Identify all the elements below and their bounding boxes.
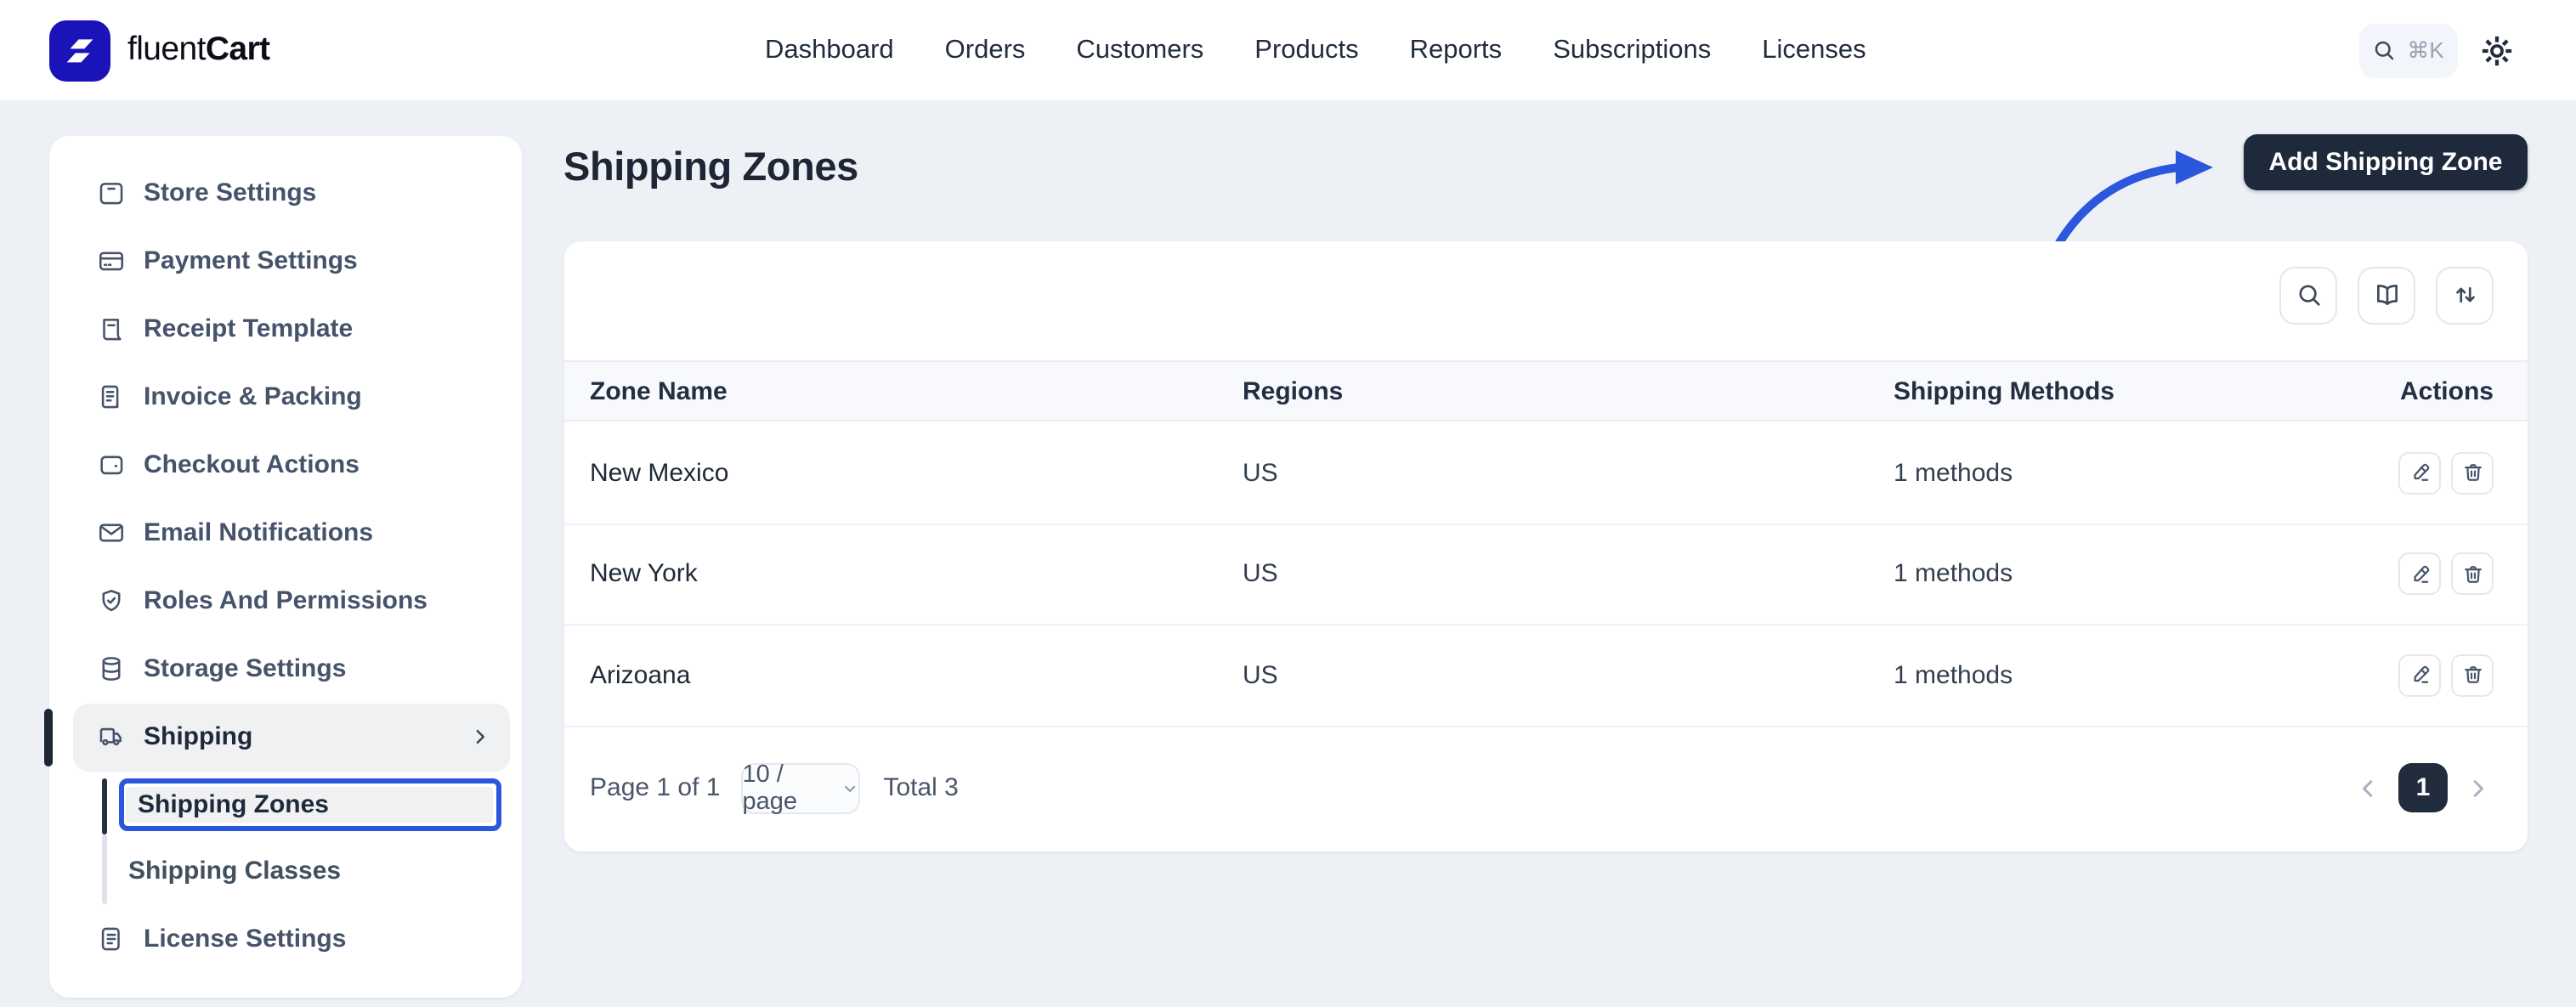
sidebar-item-roles-permissions[interactable]: Roles And Permissions — [72, 567, 510, 635]
store-icon — [96, 178, 125, 207]
table-header-row: Zone Name Regions Shipping Methods Actio… — [563, 360, 2528, 421]
zone-name-cell: New Mexico — [590, 459, 1243, 488]
table-search-button[interactable] — [2279, 266, 2337, 324]
shield-check-icon — [96, 586, 125, 615]
page-number-button[interactable]: 1 — [2398, 764, 2448, 813]
add-shipping-zone-button[interactable]: Add Shipping Zone — [2244, 134, 2528, 190]
theme-toggle-button[interactable] — [2477, 32, 2515, 70]
table-row: New York US 1 methods — [563, 524, 2528, 625]
sidebar-item-store-settings[interactable]: Store Settings — [72, 159, 510, 227]
nav-customers[interactable]: Customers — [1076, 35, 1203, 65]
sidebar-subitem-shipping-zones[interactable]: Shipping Zones — [126, 786, 493, 823]
edit-zone-button[interactable] — [2398, 553, 2441, 596]
license-document-icon — [96, 925, 125, 953]
top-navbar: fluentCart Dashboard Orders Customers Pr… — [0, 0, 2576, 100]
sidebar-item-checkout-actions[interactable]: Checkout Actions — [72, 431, 510, 499]
shipping-methods-cell: 1 methods — [1894, 459, 2398, 488]
column-header-regions: Regions — [1243, 376, 1894, 405]
global-search-button[interactable]: ⌘K — [2358, 23, 2457, 77]
sun-icon — [2477, 32, 2515, 70]
regions-cell: US — [1243, 560, 1894, 589]
search-shortcut-label: ⌘K — [2407, 37, 2443, 64]
delete-zone-button[interactable] — [2451, 452, 2494, 495]
nav-dashboard[interactable]: Dashboard — [765, 35, 894, 65]
sort-arrows-icon — [2450, 280, 2479, 309]
receipt-icon — [96, 314, 125, 343]
sidebar-subitem-shipping-classes[interactable]: Shipping Classes — [128, 844, 341, 898]
sidebar-item-payment-settings[interactable]: Payment Settings — [72, 227, 510, 295]
table-toolbar — [2279, 266, 2494, 324]
pagination-bar: Page 1 of 1 10 / page Total 3 1 — [563, 725, 2528, 851]
prev-page-button[interactable] — [2352, 773, 2383, 804]
table-row: Arizoana US 1 methods — [563, 625, 2528, 727]
envelope-icon — [96, 518, 125, 547]
chevron-down-icon — [841, 778, 858, 799]
page-info-label: Page 1 of 1 — [590, 774, 720, 803]
brand-logo[interactable]: fluentCart — [49, 0, 269, 100]
sidebar-item-license-settings[interactable]: License Settings — [72, 905, 510, 973]
column-header-zone-name: Zone Name — [590, 376, 1243, 405]
table-columns-button[interactable] — [2358, 266, 2415, 324]
settings-sidebar: Store Settings Payment Settings Receipt … — [48, 136, 522, 998]
total-count-label: Total 3 — [883, 774, 958, 803]
edit-zone-button[interactable] — [2398, 654, 2441, 697]
wallet-icon — [96, 450, 125, 479]
nav-licenses[interactable]: Licenses — [1762, 35, 1865, 65]
nav-reports[interactable]: Reports — [1410, 35, 1503, 65]
submenu-active-line — [102, 778, 106, 834]
edit-zone-button[interactable] — [2398, 452, 2441, 495]
book-open-icon — [2372, 280, 2401, 309]
chevron-right-icon — [467, 724, 493, 750]
per-page-select[interactable]: 10 / page — [740, 763, 859, 814]
shipping-methods-cell: 1 methods — [1894, 560, 2398, 589]
annotation-highlight-box: Shipping Zones — [118, 778, 501, 830]
credit-card-icon — [96, 246, 125, 275]
invoice-icon — [96, 382, 125, 411]
truck-icon — [96, 722, 125, 751]
delete-zone-button[interactable] — [2451, 553, 2494, 596]
trash-icon — [2460, 664, 2484, 687]
column-header-actions: Actions — [2400, 376, 2494, 405]
delete-zone-button[interactable] — [2451, 654, 2494, 697]
trash-icon — [2460, 563, 2484, 586]
fluentcart-logo-icon — [49, 20, 110, 81]
zone-name-cell: Arizoana — [590, 661, 1243, 690]
pencil-icon — [2408, 664, 2432, 687]
regions-cell: US — [1243, 661, 1894, 690]
nav-subscriptions[interactable]: Subscriptions — [1553, 35, 1711, 65]
shipping-methods-cell: 1 methods — [1894, 661, 2398, 690]
regions-cell: US — [1243, 459, 1894, 488]
shipping-zones-card: Zone Name Regions Shipping Methods Actio… — [563, 240, 2528, 851]
sidebar-item-receipt-template[interactable]: Receipt Template — [72, 295, 510, 363]
submenu-line — [102, 834, 106, 903]
search-icon — [2371, 37, 2397, 63]
brand-name: fluentCart — [127, 31, 269, 70]
nav-orders[interactable]: Orders — [945, 35, 1026, 65]
top-nav-links: Dashboard Orders Customers Products Repo… — [765, 0, 1866, 100]
next-page-button[interactable] — [2463, 773, 2494, 804]
page-title: Shipping Zones — [563, 144, 858, 190]
pencil-icon — [2408, 563, 2432, 586]
database-icon — [96, 654, 125, 683]
trash-icon — [2460, 461, 2484, 485]
zone-name-cell: New York — [590, 560, 1243, 589]
shipping-submenu: Shipping Zones Shipping Classes — [72, 771, 510, 905]
nav-products[interactable]: Products — [1254, 35, 1358, 65]
sidebar-item-email-notifications[interactable]: Email Notifications — [72, 499, 510, 567]
app-window: fluentCart Dashboard Orders Customers Pr… — [0, 0, 2576, 1007]
sidebar-item-storage-settings[interactable]: Storage Settings — [72, 635, 510, 703]
table-row: New Mexico US 1 methods — [563, 423, 2528, 524]
search-icon — [2294, 280, 2323, 309]
sidebar-item-invoice-packing[interactable]: Invoice & Packing — [72, 363, 510, 431]
sidebar-item-shipping[interactable]: Shipping — [72, 703, 510, 771]
table-sort-button[interactable] — [2436, 266, 2494, 324]
column-header-shipping-methods: Shipping Methods — [1894, 376, 2400, 405]
pencil-icon — [2408, 461, 2432, 485]
per-page-value: 10 / page — [742, 761, 829, 816]
